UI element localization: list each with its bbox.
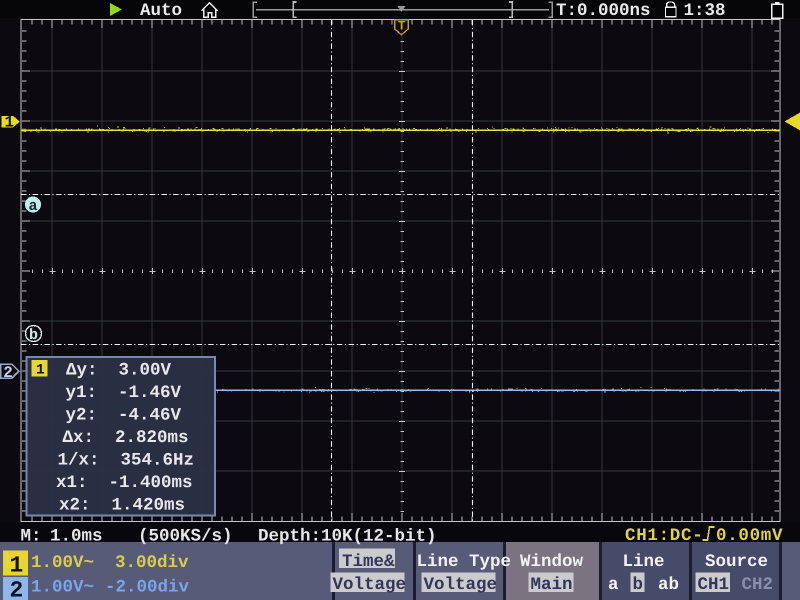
svg-text:(500KS/s): (500KS/s) (138, 527, 233, 547)
svg-text:CH1: CH1 (697, 575, 729, 595)
svg-text:b: b (632, 575, 643, 595)
svg-text:T:0.000ns: T:0.000ns (556, 1, 651, 21)
svg-text:-2.00div: -2.00div (105, 578, 190, 598)
svg-text:1: 1 (9, 553, 23, 579)
svg-text:1: 1 (36, 363, 45, 379)
svg-text:x2: 1.420ms: x2: 1.420ms (59, 496, 185, 516)
svg-text:y2: -4.46V: y2: -4.46V (65, 406, 181, 426)
svg-text:Δx: 2.820ms: Δx: 2.820ms (62, 428, 188, 448)
svg-text:Line Type: Line Type (416, 552, 511, 572)
svg-text:Time&: Time& (342, 552, 395, 572)
svg-text:Auto: Auto (140, 1, 182, 21)
svg-text:1.0ms: 1.0ms (50, 527, 103, 547)
svg-text:1.00V~: 1.00V~ (31, 578, 94, 598)
svg-text:Window: Window (520, 552, 584, 572)
svg-text:3.00div: 3.00div (115, 553, 189, 573)
svg-text:Voltage: Voltage (332, 575, 406, 595)
svg-text:Main: Main (530, 575, 572, 595)
svg-text:1/x: 354.6Hz: 1/x: 354.6Hz (57, 451, 194, 471)
svg-text:1:38: 1:38 (683, 1, 725, 21)
svg-text:b: b (29, 327, 38, 344)
svg-text:1: 1 (4, 114, 14, 132)
svg-text:2: 2 (9, 578, 23, 600)
svg-text:Δy: 3.00V: Δy: 3.00V (66, 361, 172, 381)
svg-text:1.00V~: 1.00V~ (31, 553, 94, 573)
svg-text:x1: -1.400ms: x1: -1.400ms (56, 473, 193, 493)
svg-text:Depth:10K(12-bit): Depth:10K(12-bit) (258, 527, 437, 547)
svg-text:Line: Line (622, 552, 664, 572)
svg-text:CH2: CH2 (741, 575, 773, 595)
svg-text:2: 2 (3, 364, 13, 382)
svg-text:a: a (28, 198, 37, 215)
svg-text:Voltage: Voltage (423, 575, 497, 595)
svg-text:Source: Source (705, 552, 768, 572)
svg-text:ab: ab (658, 575, 679, 595)
svg-text:T: T (398, 19, 406, 34)
svg-text:M:: M: (20, 527, 41, 547)
svg-text:a: a (608, 575, 619, 595)
svg-text:y1: -1.46V: y1: -1.46V (65, 383, 181, 403)
